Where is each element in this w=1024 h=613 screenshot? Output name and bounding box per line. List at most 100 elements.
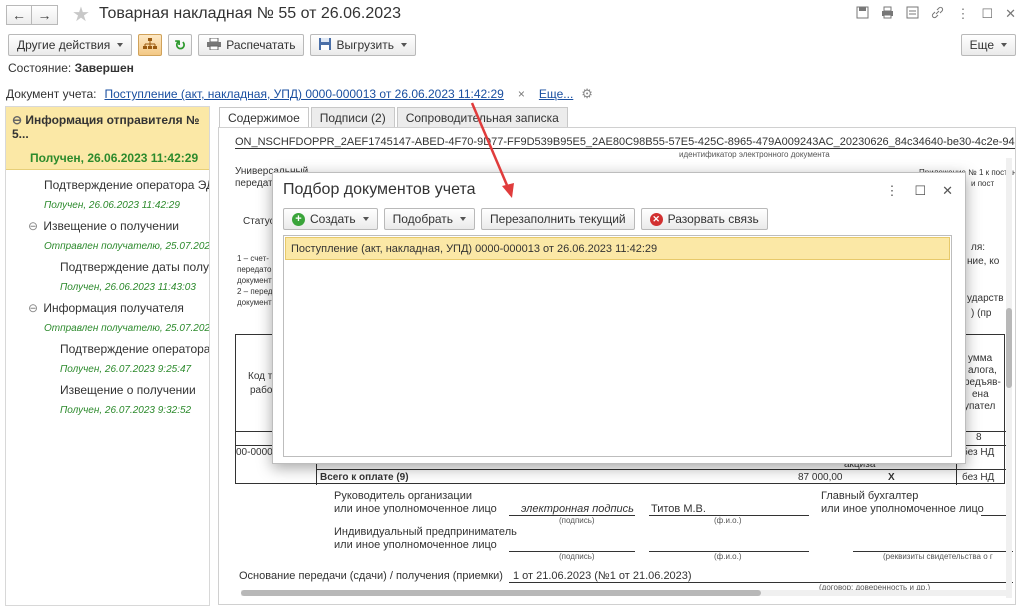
break-link-button[interactable]: ✕ Разорвать связь [640,208,768,230]
doc-fragment: упател [964,401,996,412]
doc-fragment: без НД [962,472,995,483]
tree-item[interactable]: Извещение о получении [6,383,209,397]
tab-content[interactable]: Содержимое [219,107,309,128]
tree-item[interactable]: ⊖ Информация получателя [6,301,209,315]
tree-root-title-row: ⊖ Информация отправителя № 5... [12,113,203,141]
doc-fragment: Код т [248,371,273,382]
collapse-icon[interactable]: ⊖ [12,113,25,127]
favorite-star-icon[interactable]: ★ [72,2,90,27]
export-button[interactable]: Выгрузить [310,34,416,56]
tree-root-title: Информация отправителя № 5... [12,113,200,141]
doc-fragment: рабо [250,385,273,396]
tab-signatures[interactable]: Подписи (2) [310,107,395,128]
window-title: Товарная накладная № 55 от 26.06.2023 [99,5,401,22]
ip-label: или иное уполномоченное лицо [334,539,497,551]
back-button[interactable]: ← [6,5,32,25]
tree-item-label: Извещение о получении [60,383,196,397]
tree-item-label: Подтверждение даты получ... [60,260,209,274]
link-icon[interactable] [931,6,944,22]
print-icon[interactable] [881,6,894,22]
document-id: ON_NSCHFDOPPR_2AEF1745147-ABED-4F70-9D77… [235,136,1015,149]
scroll-thumb[interactable] [241,590,761,596]
account-doc-label: Документ учета: [6,87,97,101]
tab-bar: Содержимое Подписи (2) Сопроводительная … [219,107,570,128]
maximize-icon[interactable]: ☐ [981,6,993,22]
export-label: Выгрузить [336,38,394,52]
doc-fragment: 00-0000 [236,447,273,458]
chevron-down-icon [460,217,467,221]
break-link-label: Разорвать связь [667,212,759,226]
create-label: Создать [310,212,356,226]
doc-fragment: 2 – перед [237,287,273,296]
close-icon[interactable]: ✕ [1005,6,1016,22]
print-label: Распечатать [226,38,296,52]
total-label: Всего к оплате (9) [320,472,409,483]
collapse-icon[interactable]: ⊖ [28,301,40,315]
list-item[interactable]: Поступление (акт, накладная, УПД) 0000-0… [285,237,950,260]
more-button[interactable]: Еще [960,34,1016,56]
disk-icon [319,37,332,53]
doc-fragment: ) (пр [971,308,992,319]
more-link[interactable]: Еще... [539,87,573,101]
doc-fragment: алога, [968,365,997,376]
kebab-menu-icon[interactable]: ⋮ [956,6,969,22]
doc-fragment: без НД [962,447,995,458]
basis-value: 1 от 21.06.2023 (№1 от 21.06.2023) [513,570,692,582]
head-label: или иное уполномоченное лицо [334,503,497,515]
refresh-button[interactable]: ↻ [168,34,193,56]
tree-item-label: Извещение о получении [43,219,180,233]
tree-item-status: Получен, 26.07.2023 9:25:47 [60,364,192,375]
ip-label: Индивидуальный предприниматель [334,526,517,538]
tree-item-label: Подтверждение оператора ... [60,342,209,356]
fio-caption: (ф.и.о.) [714,516,742,525]
account-doc-link[interactable]: Поступление (акт, накладная, УПД) 0000-0… [104,87,503,101]
message-tree-panel: ⊖ Информация отправителя № 5... Получен,… [5,106,210,606]
head-label: Руководитель организации [334,490,473,502]
total-value: 87 000,00 [798,472,843,483]
maximize-icon[interactable]: ☐ [914,183,926,199]
tree-item[interactable]: Подтверждение оператора ЭДО [6,178,209,192]
tree-item[interactable]: Подтверждение оператора ... [6,342,209,356]
refill-label: Перезаполнить текущий [490,212,626,226]
chief-label: Главный бухгалтер [821,490,919,502]
nav-group: ← → [6,5,58,25]
certificate-caption: (реквизиты свидетельства о г [883,552,993,561]
list-icon[interactable] [906,6,919,22]
close-icon[interactable]: ✕ [942,183,953,199]
print-button[interactable]: Распечатать [198,34,305,56]
tree-item-label: Информация получателя [43,301,184,315]
kebab-menu-icon[interactable]: ⋮ [885,183,898,199]
collapse-icon[interactable]: ⊖ [28,219,40,233]
close-circle-icon: ✕ [649,212,663,226]
structure-button[interactable] [138,34,163,56]
tree-item[interactable]: ⊖ Извещение о получении [6,219,209,233]
scroll-thumb[interactable] [1006,308,1012,388]
horizontal-scrollbar[interactable] [241,590,1006,596]
refill-current-button[interactable]: Перезаполнить текущий [481,208,635,230]
state-line: Состояние: Завершен [8,61,134,75]
pick-documents-dialog: Подбор документов учета ⋮ ☐ ✕ + Создать П… [272,172,966,464]
state-label: Состояние: [8,61,72,75]
signature-caption: (подпись) [559,552,595,561]
gear-icon[interactable]: ⚙ [581,86,593,102]
create-button[interactable]: + Создать [283,208,378,230]
vertical-scrollbar[interactable] [1006,158,1012,598]
tree-item-status: Отправлен получателю, 25.07.2023 ... [44,241,209,252]
clear-icon[interactable]: × [518,87,525,101]
tree-item-label: Подтверждение оператора ЭДО [44,178,209,192]
refresh-icon: ↻ [174,36,187,53]
save-icon[interactable] [856,6,869,22]
doc-fragment: ля: [971,242,986,253]
document-id-caption: идентификатор электронного документа [679,150,830,159]
forward-button[interactable]: → [32,5,58,25]
window-controls: ⋮ ☐ ✕ [856,6,1016,22]
doc-fragment: ена [972,389,989,400]
doc-fragment: ударств [967,293,1004,304]
tree-root-item[interactable]: ⊖ Информация отправителя № 5... Получен,… [6,107,209,170]
tab-cover-note[interactable]: Сопроводительная записка [396,107,568,128]
pick-button[interactable]: Подобрать [383,208,476,230]
hierarchy-icon [143,37,158,53]
other-actions-button[interactable]: Другие действия [8,34,133,56]
tree-item-status: Получен, 26.07.2023 9:32:52 [60,405,192,416]
tree-item[interactable]: Подтверждение даты получ... [6,260,209,274]
